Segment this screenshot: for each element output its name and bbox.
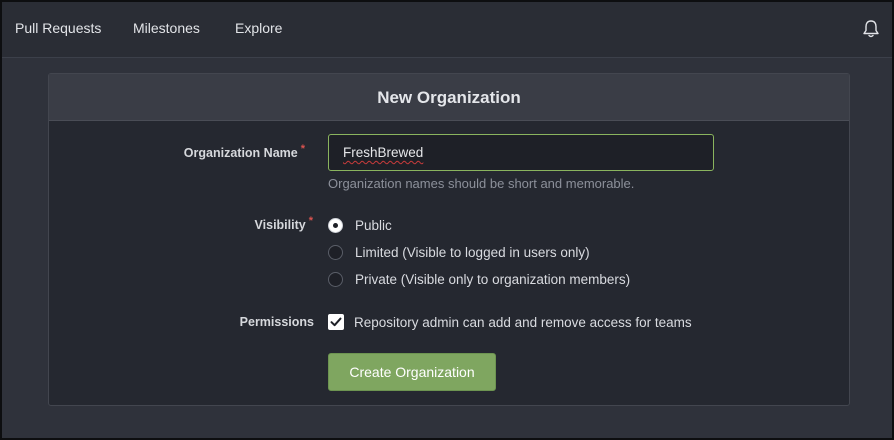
- nav-explore[interactable]: Explore: [235, 20, 282, 36]
- visibility-option-public[interactable]: Public: [328, 215, 392, 235]
- permissions-label: Permissions: [239, 315, 314, 329]
- check-icon: [330, 317, 342, 327]
- visibility-option-label: Private (Visible only to organization me…: [355, 271, 631, 287]
- org-name-label: Organization Name *: [129, 143, 305, 160]
- permissions-option[interactable]: Repository admin can add and remove acce…: [328, 312, 692, 332]
- create-organization-button[interactable]: Create Organization: [328, 353, 496, 391]
- org-name-input[interactable]: FreshBrewed: [328, 134, 714, 171]
- bell-icon[interactable]: [862, 19, 880, 39]
- visibility-option-label: Public: [355, 217, 392, 233]
- required-mark: *: [308, 215, 313, 227]
- nav-pull-requests[interactable]: Pull Requests: [15, 20, 101, 36]
- visibility-option-private[interactable]: Private (Visible only to organization me…: [328, 269, 630, 289]
- required-mark: *: [300, 143, 305, 155]
- radio-limited[interactable]: [328, 244, 343, 260]
- visibility-label-text: Visibility: [254, 218, 306, 232]
- visibility-option-limited[interactable]: Limited (Visible to logged in users only…: [328, 242, 590, 262]
- org-name-help: Organization names should be short and m…: [328, 176, 635, 191]
- org-name-label-text: Organization Name: [183, 146, 298, 160]
- visibility-label: Visibility *: [129, 215, 313, 232]
- form-title: New Organization: [49, 74, 849, 121]
- permissions-checkbox-label: Repository admin can add and remove acce…: [354, 314, 692, 330]
- top-navbar: Pull Requests Milestones Explore: [0, 0, 894, 58]
- permissions-checkbox[interactable]: [328, 314, 344, 330]
- new-organization-form: New Organization Organization Name * Fres…: [48, 73, 850, 406]
- org-name-value: FreshBrewed: [343, 145, 424, 160]
- visibility-option-label: Limited (Visible to logged in users only…: [355, 244, 590, 260]
- radio-private[interactable]: [328, 271, 343, 287]
- radio-public[interactable]: [328, 217, 343, 233]
- nav-milestones[interactable]: Milestones: [133, 20, 200, 36]
